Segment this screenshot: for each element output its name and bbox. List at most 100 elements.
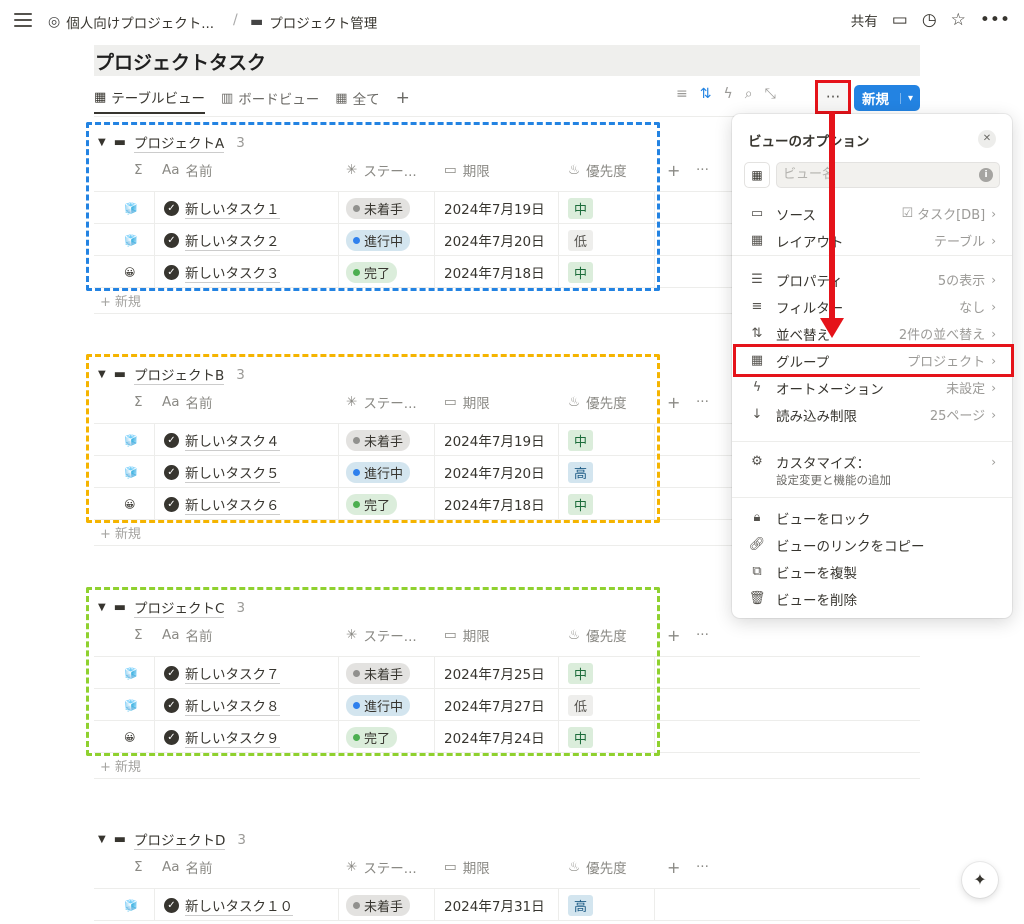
option-folder[interactable]: ▭ ソース ☑ タスク[DB] ›	[732, 200, 1012, 227]
sort-icon: ⇅	[751, 326, 763, 341]
add-column-button[interactable]: +	[667, 386, 680, 418]
group-count: 3	[237, 831, 246, 848]
tab-table-view[interactable]: ▦ テーブルビュー	[94, 82, 205, 114]
view-name-input[interactable]: ビュー名 i	[776, 162, 1000, 188]
close-icon[interactable]: ✕	[978, 130, 996, 148]
option-gear[interactable]: ⚙ カスタマイズ： ›	[732, 448, 1012, 475]
option-value: 未設定	[946, 382, 986, 397]
chevron-down-icon[interactable]: ▾	[900, 92, 920, 104]
cell-divider	[338, 889, 339, 921]
option-filter[interactable]: ≡ フィルター なし ›	[732, 293, 1012, 320]
link-icon: 🔗︎	[748, 537, 766, 552]
view-more-button[interactable]: ···	[815, 80, 851, 114]
add-row-label: 新規	[114, 527, 141, 542]
clock-icon[interactable]: ◷	[922, 11, 937, 29]
table-row[interactable]: 🧊 ✓ 新しいタスク１０ 未着手 2024年7月31日 高	[94, 888, 920, 921]
filter-icon[interactable]: ≡	[676, 86, 688, 102]
column-priority-label: 優先度	[586, 861, 627, 877]
add-row-button[interactable]: + 新規	[100, 523, 141, 542]
new-button[interactable]: 新規 ▾	[854, 85, 920, 111]
chevron-right-icon: ›	[991, 206, 996, 221]
column-more-button[interactable]: ···	[696, 154, 709, 186]
add-column-button[interactable]: +	[667, 851, 680, 883]
menu-icon[interactable]	[14, 13, 32, 27]
table-icon: ▦	[750, 233, 764, 248]
chevron-right-icon: ›	[991, 299, 996, 314]
group-header[interactable]: ▼ ▬ プロジェクトD 3	[98, 829, 246, 850]
check-circle-icon: ✓	[164, 897, 179, 913]
text-type-icon: Aa	[162, 859, 180, 875]
column-status[interactable]: ✳ ステー...	[346, 851, 417, 883]
option-table[interactable]: ▦ レイアウト テーブル ›	[732, 227, 1012, 254]
tab-label: 全て	[352, 92, 380, 108]
top-actions: 共有 ▭ ◷ ☆ •••	[851, 10, 1010, 30]
breadcrumb-page[interactable]: ▬ プロジェクト管理	[250, 12, 377, 32]
task-name[interactable]: 新しいタスク１０	[185, 895, 293, 916]
group-highlight-dashed	[86, 122, 660, 291]
column-priority[interactable]: ♨ 優先度	[568, 851, 627, 883]
option-bolt[interactable]: ϟ オートメーション 未設定 ›	[732, 374, 1012, 401]
breadcrumb-workspace[interactable]: ◎ 個人向けプロジェクト...	[48, 12, 214, 32]
column-more-button[interactable]: ···	[696, 851, 709, 883]
date-cell[interactable]: 2024年7月31日	[444, 889, 545, 921]
plus-icon: +	[100, 295, 111, 310]
cell-divider	[154, 889, 155, 921]
option-copy[interactable]: ⧉ ビューを複製	[732, 558, 1012, 585]
column-date[interactable]: ▭ 期限	[444, 851, 490, 883]
comment-icon[interactable]: ▭	[892, 11, 908, 29]
task-name-cell[interactable]: ✓ 新しいタスク１０	[164, 889, 293, 921]
option-label: レイアウト	[776, 234, 844, 251]
add-column-button[interactable]: +	[667, 619, 680, 651]
search-icon[interactable]: ⌕	[745, 86, 753, 102]
group-highlight-box	[733, 344, 1014, 377]
breadcrumb-page-label: プロジェクト管理	[269, 16, 378, 32]
add-row-button[interactable]: + 新規	[100, 291, 141, 310]
add-column-button[interactable]: +	[667, 154, 680, 186]
tab-board-view[interactable]: ▥ ボードビュー	[221, 82, 319, 114]
bolt-icon[interactable]: ϟ	[723, 86, 732, 102]
option-link[interactable]: 🔗︎ ビューのリンクをコピー	[732, 531, 1012, 558]
popup-divider	[732, 255, 1012, 256]
sum-icon[interactable]: Σ	[134, 851, 143, 883]
column-date-label: 期限	[462, 861, 490, 877]
column-more-button[interactable]: ···	[696, 619, 709, 651]
option-label: ソース	[776, 207, 816, 224]
ai-sparkle-button[interactable]: ✦	[962, 862, 998, 898]
option-label: ビューのリンクをコピー	[776, 538, 925, 555]
option-trash[interactable]: 🗑︎ ビューを削除	[732, 585, 1012, 612]
row-page-icon: 🧊	[124, 898, 138, 912]
target-icon: ◎	[48, 14, 61, 30]
star-icon[interactable]: ☆	[951, 11, 966, 29]
add-row-button[interactable]: + 新規	[100, 756, 141, 775]
group-name[interactable]: プロジェクトD	[134, 829, 226, 850]
option-sort[interactable]: ⇅ 並べ替え 2件の並べ替え ›	[732, 320, 1012, 347]
info-icon[interactable]: i	[979, 168, 993, 182]
view-tabs: ▦ テーブルビュー ▥ ボードビュー ▦ 全て +	[94, 82, 410, 116]
popup-title: ビューのオプション	[748, 134, 870, 150]
priority-badge: 高	[568, 894, 594, 916]
tab-label: ボードビュー	[238, 92, 320, 108]
expand-icon[interactable]: ⤡	[765, 86, 776, 102]
tab-all[interactable]: ▦ 全て	[335, 82, 379, 114]
status-cell[interactable]: 未着手	[346, 889, 411, 921]
option-list[interactable]: ☰ プロパティ 5の表示 ›	[732, 266, 1012, 293]
priority-cell[interactable]: 高	[568, 889, 594, 921]
chevron-right-icon: ›	[991, 326, 996, 341]
toggle-triangle-icon[interactable]: ▼	[98, 834, 106, 845]
column-more-button[interactable]: ···	[696, 386, 709, 418]
add-view-button[interactable]: +	[396, 82, 410, 114]
table-icon: ▦	[94, 89, 107, 105]
view-icon-picker[interactable]: ▦	[744, 162, 770, 188]
option-arrow-down[interactable]: ↓ 読み込み制限 25ページ ›	[732, 401, 1012, 428]
option-lock[interactable]: 🔒︎ ビューをロック	[732, 504, 1012, 531]
status-label: 未着手	[364, 899, 404, 915]
more-icon[interactable]: •••	[980, 11, 1010, 29]
page-title[interactable]: プロジェクトタスク	[95, 48, 266, 75]
view-tools: ≡ ⇅ ϟ ⌕ ⤡	[676, 86, 776, 102]
folder-icon: ▬	[113, 832, 126, 847]
option-value: テーブル	[933, 235, 986, 250]
sort-icon[interactable]: ⇅	[700, 86, 712, 102]
top-bar: ◎ 個人向けプロジェクト... / ▬ プロジェクト管理 共有 ▭ ◷ ☆ ••…	[0, 0, 1024, 42]
column-name[interactable]: Aa 名前	[162, 851, 213, 883]
share-button[interactable]: 共有	[851, 10, 878, 30]
